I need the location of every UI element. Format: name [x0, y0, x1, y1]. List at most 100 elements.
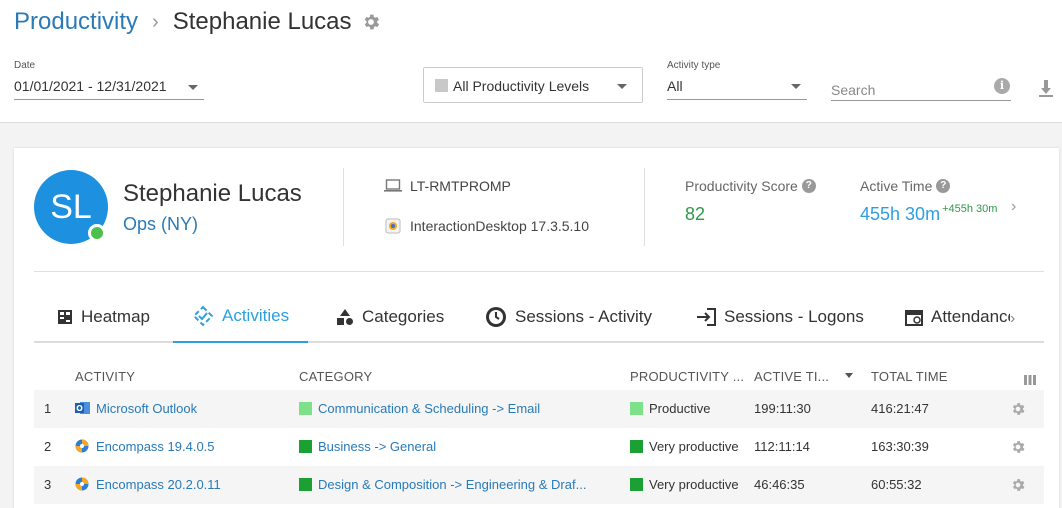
- activity-link[interactable]: Encompass 20.2.0.11: [96, 477, 221, 492]
- encompass-icon: [75, 430, 89, 453]
- activity-cell: Encompass 19.4.0.5: [75, 428, 215, 466]
- productivity-score-value: 82: [685, 204, 706, 224]
- activity-link[interactable]: Encompass 19.4.0.5: [96, 439, 215, 454]
- category-swatch: [299, 402, 312, 415]
- tab-activities-label: Activities: [222, 306, 290, 325]
- activity-link[interactable]: Microsoft Outlook: [96, 401, 197, 416]
- search-input[interactable]: [831, 72, 1011, 101]
- login-icon: [696, 308, 716, 326]
- column-header-productivity[interactable]: PRODUCTIVITY ...: [630, 369, 744, 384]
- interaction-desktop-icon: [384, 218, 402, 234]
- clock-icon: [485, 306, 507, 328]
- caret-down-icon: [791, 84, 801, 89]
- heatmap-icon: [57, 309, 73, 325]
- productivity-cell: Very productive: [630, 428, 739, 466]
- category-link[interactable]: Design & Composition -> Engineering & Dr…: [318, 477, 586, 492]
- category-link[interactable]: Business -> General: [318, 439, 436, 454]
- tab-sessions-logons-label: Sessions - Logons: [724, 307, 864, 326]
- breadcrumb-productivity-link[interactable]: Productivity: [14, 8, 138, 36]
- tab-activities[interactable]: Activities: [173, 291, 309, 343]
- activities-icon: [192, 305, 214, 327]
- activity-cell: Encompass 20.2.0.11: [75, 466, 221, 504]
- chevron-right-icon: ›: [152, 10, 159, 33]
- tab-sessions-logons[interactable]: Sessions - Logons: [696, 291, 864, 343]
- tabs-scroll-right-icon[interactable]: ›: [1010, 310, 1024, 328]
- productivity-swatch: [630, 402, 643, 415]
- column-header-activity[interactable]: ACTIVITY: [75, 369, 135, 384]
- columns-icon[interactable]: [1024, 372, 1036, 390]
- date-range-value: 01/01/2021 - 12/31/2021: [14, 78, 167, 94]
- chevron-right-icon[interactable]: ›: [1011, 198, 1016, 216]
- productivity-level-value: All Productivity Levels: [453, 78, 590, 94]
- productivity-cell: Very productive: [630, 466, 739, 504]
- gear-icon[interactable]: [361, 12, 381, 32]
- application-row: InteractionDesktop 17.3.5.10: [384, 218, 589, 234]
- gear-icon[interactable]: [1010, 439, 1026, 458]
- page-title: Stephanie Lucas: [172, 8, 352, 35]
- active-time-value-text: 455h 30m: [860, 204, 941, 224]
- category-cell: Communication & Scheduling -> Email: [299, 390, 540, 428]
- user-summary-card: SL Stephanie Lucas Ops (NY) LT-RMTPROMP …: [14, 148, 1059, 508]
- download-icon[interactable]: [1038, 80, 1054, 103]
- breadcrumb: Productivity › Stephanie Lucas: [14, 8, 381, 36]
- computer-name: LT-RMTPROMP: [410, 178, 511, 194]
- category-cell: Design & Composition -> Engineering & Dr…: [299, 466, 586, 504]
- active-time-value: 455h 30m +455h 30m: [860, 203, 997, 225]
- gear-icon[interactable]: [1010, 401, 1026, 420]
- encompass-icon: [75, 468, 89, 491]
- column-header-category[interactable]: CATEGORY: [299, 369, 372, 384]
- gear-icon[interactable]: [1010, 477, 1026, 496]
- help-icon[interactable]: ?: [801, 179, 816, 193]
- activity-cell: O Microsoft Outlook: [75, 390, 197, 428]
- row-number: 2: [44, 439, 52, 454]
- productivity-level-select[interactable]: All Productivity Levels: [423, 67, 643, 103]
- sort-descending-icon[interactable]: [845, 373, 853, 378]
- tab-attendance-label: Attendance: [931, 307, 1018, 326]
- column-header-active-time[interactable]: ACTIVE TI...: [754, 369, 829, 384]
- date-label: Date: [14, 60, 36, 71]
- table-row[interactable]: 3 Encompass 20.2.0.11 Design & Compositi…: [34, 466, 1044, 504]
- table-row[interactable]: 1 O Microsoft Outlook Communication & Sch…: [34, 390, 1044, 428]
- productivity-cell: Productive: [630, 390, 710, 428]
- application-name: InteractionDesktop 17.3.5.10: [410, 218, 590, 234]
- date-range-picker[interactable]: 01/01/2021 - 12/31/2021: [14, 72, 204, 100]
- categories-icon: [336, 308, 354, 326]
- productivity-swatch: [435, 79, 448, 92]
- active-time-label: Active Time ?: [860, 178, 951, 194]
- top-bar: Productivity › Stephanie Lucas Date 01/0…: [0, 0, 1062, 123]
- productivity-score-label: Productivity Score ?: [685, 178, 816, 194]
- computer-row: LT-RMTPROMP: [384, 178, 511, 194]
- tab-heatmap[interactable]: Heatmap: [57, 291, 150, 343]
- total-time-cell: 60:55:32: [871, 477, 922, 492]
- active-time-cell: 199:11:30: [754, 401, 811, 416]
- productivity-value: Very productive: [649, 439, 739, 454]
- caret-down-icon: [188, 85, 198, 90]
- row-number: 1: [44, 401, 52, 416]
- category-link[interactable]: Communication & Scheduling -> Email: [318, 401, 540, 416]
- outlook-icon: O: [75, 392, 90, 414]
- info-icon[interactable]: i: [994, 78, 1010, 94]
- help-icon[interactable]: ?: [936, 179, 951, 193]
- activity-type-label: Activity type: [667, 60, 721, 71]
- productivity-swatch: [630, 478, 643, 491]
- tab-bar: Heatmap Activities Categories Sessions -…: [34, 291, 1044, 343]
- category-swatch: [299, 440, 312, 453]
- activity-type-select[interactable]: All: [667, 72, 807, 100]
- tab-attendance[interactable]: Attendance: [905, 291, 1017, 343]
- productivity-value: Productive: [649, 401, 711, 416]
- row-number: 3: [44, 477, 52, 492]
- divider: [644, 168, 645, 246]
- active-time-cell: 112:11:14: [754, 439, 810, 454]
- user-group-link[interactable]: Ops (NY): [123, 214, 198, 235]
- total-time-cell: 416:21:47: [871, 401, 929, 416]
- laptop-icon: [384, 179, 402, 193]
- active-time-cell: 46:46:35: [754, 477, 805, 492]
- column-header-total-time[interactable]: TOTAL TIME: [871, 369, 948, 384]
- tab-sessions-activity-label: Sessions - Activity: [515, 307, 652, 326]
- table-row[interactable]: 2 Encompass 19.4.0.5 Business -> General…: [34, 428, 1044, 466]
- tab-categories[interactable]: Categories: [336, 291, 444, 343]
- tab-sessions-activity[interactable]: Sessions - Activity: [485, 291, 652, 343]
- total-time-cell: 163:30:39: [871, 439, 929, 454]
- svg-text:O: O: [76, 404, 83, 413]
- caret-down-icon: [617, 84, 627, 89]
